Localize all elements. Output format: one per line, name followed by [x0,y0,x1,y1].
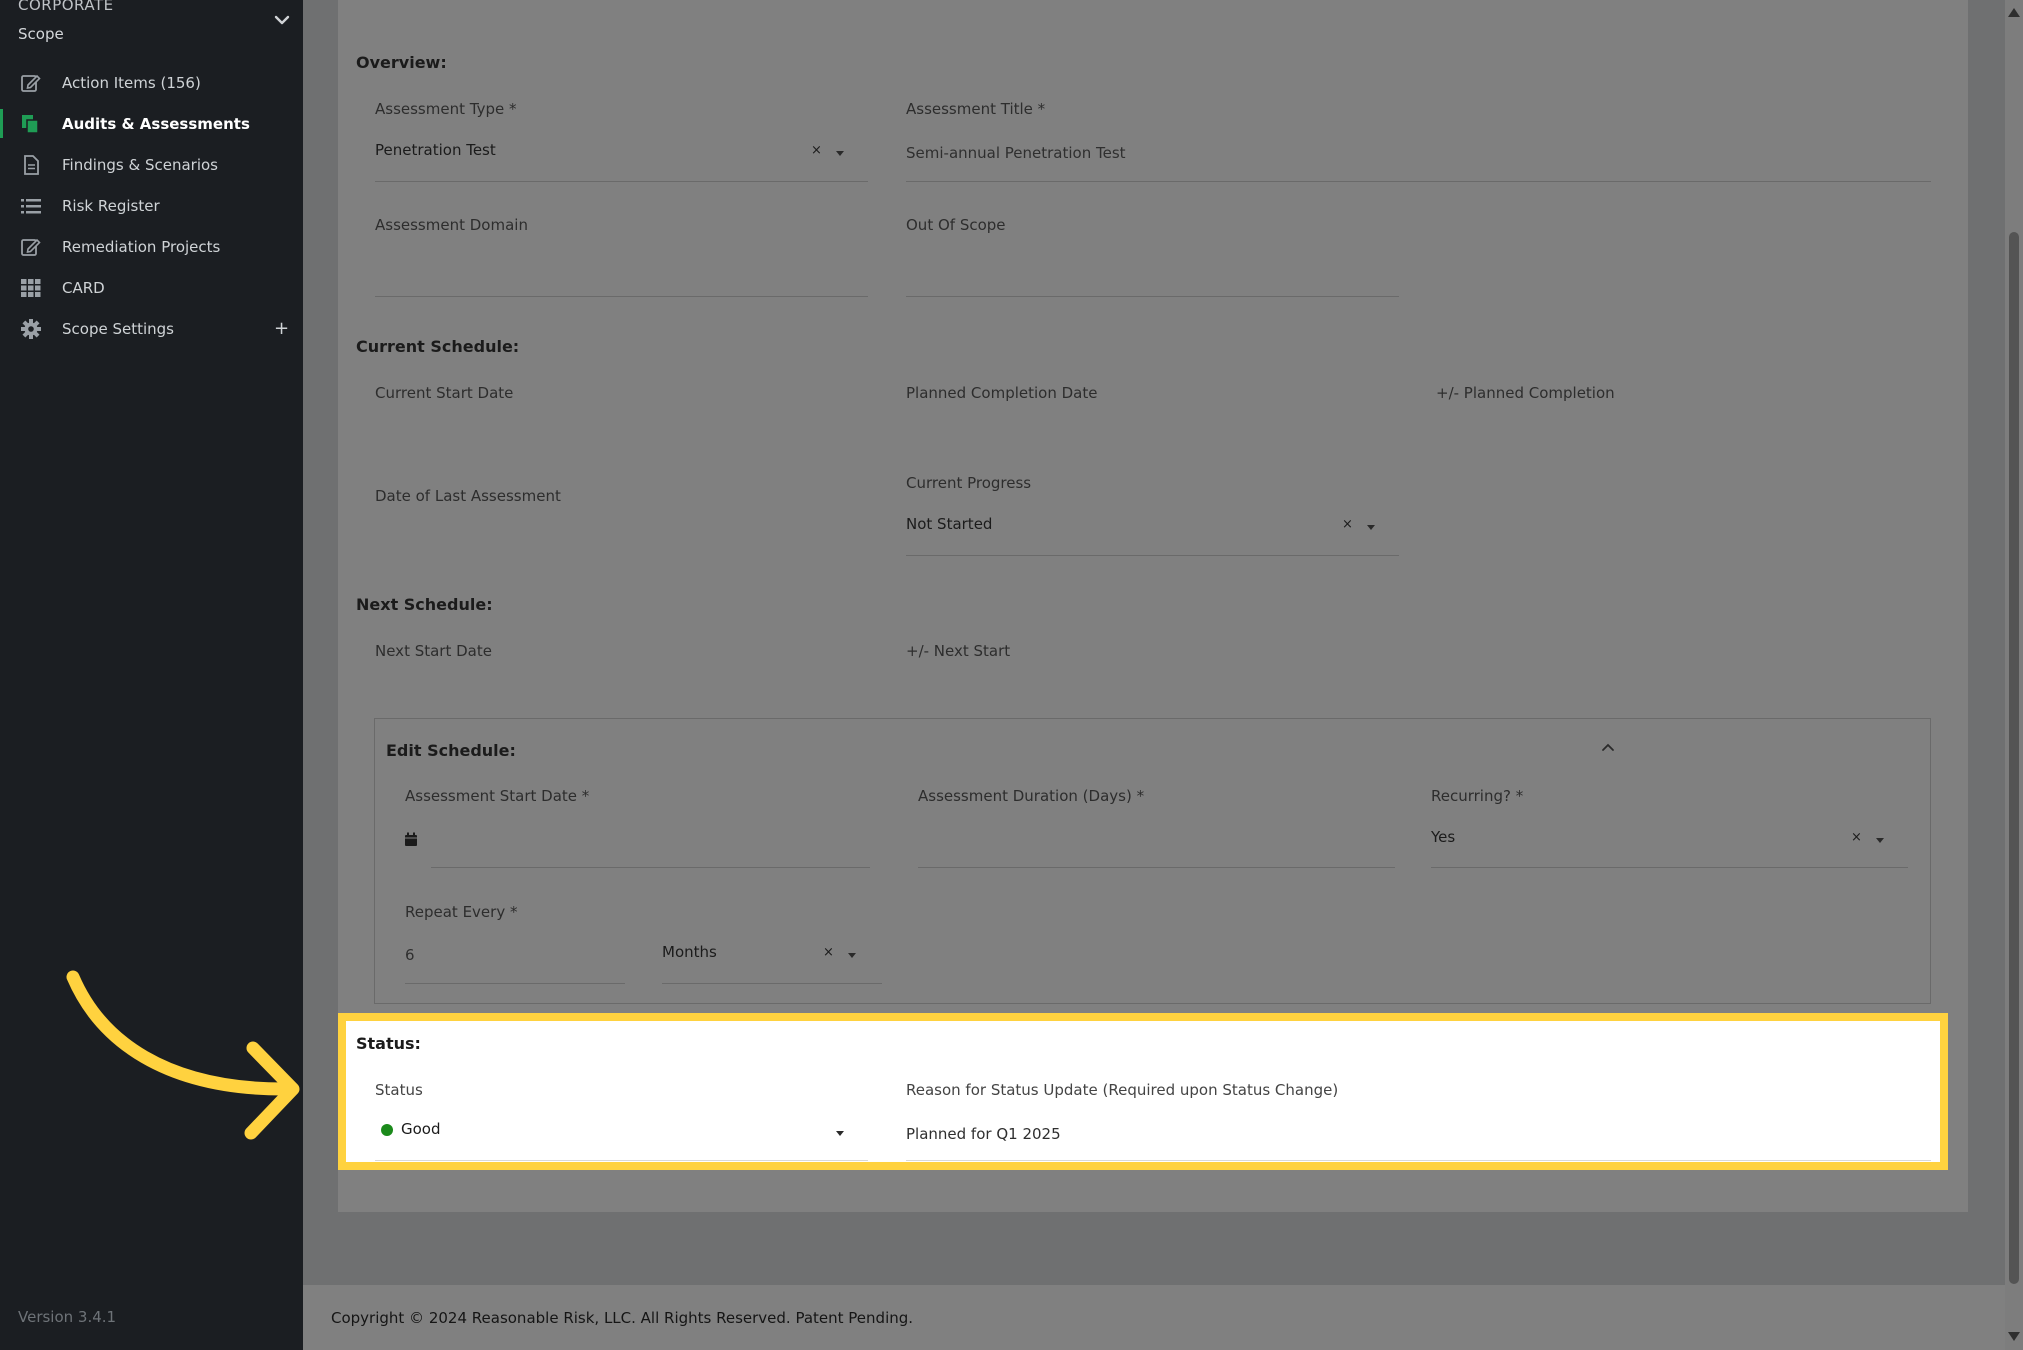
status-section: Status: Status Good Reason for Status Up… [338,1013,1948,1170]
repeat-every-label: Repeat Every * [405,903,518,921]
sidebar-item-label: Audits & Assessments [62,114,250,133]
next-schedule-heading: Next Schedule: [356,595,493,614]
edit-icon [21,238,41,256]
vertical-scrollbar[interactable] [2005,0,2023,1350]
assessment-domain-label: Assessment Domain [375,216,528,234]
next-start-date-label: Next Start Date [375,642,492,660]
current-progress-value[interactable]: Not Started [906,515,992,533]
repeat-every-value[interactable]: 6 [405,946,415,964]
out-of-scope-label: Out Of Scope [906,216,1006,234]
scroll-up-icon[interactable] [2008,8,2020,17]
edit-icon [21,74,41,92]
status-indicator-dot [381,1124,393,1136]
sidebar-item-label: Remediation Projects [62,237,221,256]
recurring-value[interactable]: Yes [1431,828,1455,846]
current-progress-select[interactable] [906,555,1399,556]
calendar-icon[interactable] [404,832,418,847]
reason-label: Reason for Status Update (Required upon … [906,1081,1339,1099]
assessment-domain-input[interactable] [375,296,868,297]
status-value[interactable]: Good [401,1120,441,1138]
assessment-type-value[interactable]: Penetration Test [375,141,496,159]
sidebar-item-remediation-projects[interactable]: Remediation Projects [0,226,303,267]
assessment-duration-input[interactable] [918,867,1395,868]
assessment-start-date-input[interactable] [431,867,870,868]
clear-icon[interactable]: × [811,143,822,158]
assessment-type-select[interactable] [375,181,868,182]
clear-icon[interactable]: × [1851,830,1862,845]
org-name: CORPORATE [18,0,114,14]
chevron-down-icon[interactable] [272,10,292,30]
sidebar-item-label: Risk Register [62,196,160,215]
recurring-select[interactable] [1431,867,1908,868]
grid-icon [21,279,41,297]
assessment-duration-label: Assessment Duration (Days) * [918,787,1145,805]
edit-schedule-heading: Edit Schedule: [386,741,516,760]
planned-completion-label: Planned Completion Date [906,384,1098,402]
current-start-date-label: Current Start Date [375,384,514,402]
chevron-down-icon[interactable] [1367,525,1375,530]
scrollbar-thumb[interactable] [2009,232,2019,1284]
reason-input[interactable] [906,1160,1931,1161]
repeat-unit-select[interactable] [662,983,882,984]
plus-minus-next-label: +/- Next Start [906,642,1011,660]
document-icon [24,155,39,175]
assessment-title-input[interactable] [906,181,1931,182]
chevron-down-icon[interactable] [1876,838,1884,843]
sidebar-item-label: Scope Settings [62,319,174,338]
recurring-label: Recurring? * [1431,787,1524,805]
gear-icon [21,319,41,339]
plus-minus-completion-label: +/- Planned Completion [1436,384,1615,402]
sidebar: CORPORATE Scope Action Items (156) Audit… [0,0,303,1350]
last-assessment-label: Date of Last Assessment [375,487,561,505]
current-progress-label: Current Progress [906,474,1032,492]
assessment-type-label: Assessment Type * [375,100,517,118]
copy-icon [22,115,39,134]
scroll-down-icon[interactable] [2008,1332,2020,1341]
assessment-start-date-label: Assessment Start Date * [405,787,590,805]
sidebar-item-card[interactable]: CARD [0,267,303,308]
sidebar-item-action-items[interactable]: Action Items (156) [0,62,303,103]
reason-value[interactable]: Planned for Q1 2025 [906,1125,1061,1143]
chevron-up-icon[interactable] [1600,739,1616,755]
sidebar-item-findings-scenarios[interactable]: Findings & Scenarios [0,144,303,185]
status-heading: Status: [356,1034,421,1053]
footer: Copyright © 2024 Reasonable Risk, LLC. A… [303,1285,2008,1350]
sidebar-item-label: Action Items (156) [62,73,201,92]
sidebar-item-label: CARD [62,278,105,297]
status-select[interactable] [375,1160,868,1161]
pointer-arrow-icon [66,970,300,1140]
repeat-unit-value[interactable]: Months [662,943,717,961]
clear-icon[interactable]: × [1342,517,1353,532]
chevron-down-icon[interactable] [836,1131,844,1136]
version-label: Version 3.4.1 [18,1308,117,1326]
overview-heading: Overview: [356,53,447,72]
edit-schedule-panel: Edit Schedule: Assessment Start Date * A… [374,718,1931,1004]
clear-icon[interactable]: × [823,945,834,960]
expand-plus-icon[interactable]: + [274,318,289,339]
current-schedule-heading: Current Schedule: [356,337,520,356]
chevron-down-icon[interactable] [848,953,856,958]
list-icon [21,199,41,214]
sidebar-item-audits-assessments[interactable]: Audits & Assessments [0,103,303,144]
sidebar-item-scope-settings[interactable]: Scope Settings + [0,308,303,349]
assessment-title-value[interactable]: Semi-annual Penetration Test [906,144,1126,162]
copyright-text: Copyright © 2024 Reasonable Risk, LLC. A… [331,1309,914,1327]
repeat-every-input[interactable] [405,983,625,984]
scope-name: Scope [18,25,64,43]
sidebar-nav: Action Items (156) Audits & Assessments … [0,62,303,349]
chevron-down-icon[interactable] [836,151,844,156]
sidebar-item-risk-register[interactable]: Risk Register [0,185,303,226]
status-label: Status [375,1081,423,1099]
sidebar-item-label: Findings & Scenarios [62,155,218,174]
out-of-scope-input[interactable] [906,296,1399,297]
assessment-title-label: Assessment Title * [906,100,1046,118]
